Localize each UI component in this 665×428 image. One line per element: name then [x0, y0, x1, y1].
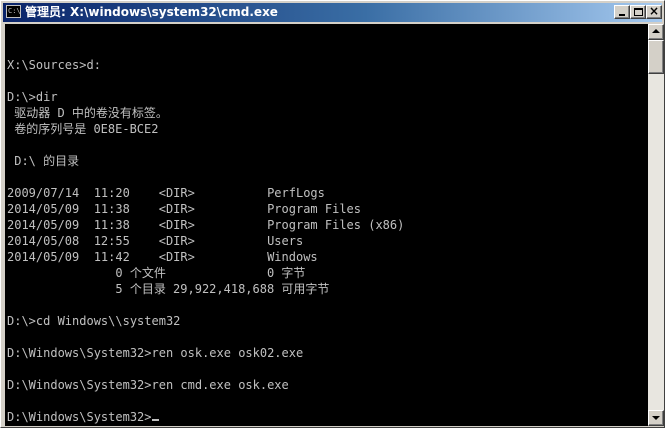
console-line: 2009/07/14 11:20 <DIR> PerfLogs — [7, 186, 325, 200]
vertical-scrollbar[interactable] — [648, 24, 664, 426]
console-line: 2014/05/09 11:42 <DIR> Windows — [7, 250, 318, 264]
console-output: X:\Sources>d: D:\>dir 驱动器 D 中的卷没有标签。 卷的序列… — [7, 25, 404, 425]
console-line: 2014/05/09 11:38 <DIR> Program Files (x8… — [7, 218, 405, 232]
console-line: D:\Windows\System32>ren osk.exe osk02.ex… — [7, 346, 304, 360]
console-line: 2014/05/09 11:38 <DIR> Program Files — [7, 202, 362, 216]
console-line: D:\>cd Windows\\system32 — [7, 314, 181, 328]
maximize-icon — [634, 8, 643, 16]
console-line: 驱动器 D 中的卷没有标签。 — [7, 106, 168, 120]
scroll-up-button[interactable] — [648, 24, 664, 40]
scroll-down-button[interactable] — [648, 410, 664, 426]
maximize-button[interactable] — [630, 5, 646, 19]
console-line: D:\Windows\System32> — [7, 409, 404, 425]
console-line: D:\Windows\System32>ren cmd.exe osk.exe — [7, 378, 289, 392]
scroll-down-arrow-icon — [652, 416, 660, 420]
text-cursor — [151, 419, 159, 421]
console-line: 卷的序列号是 0E8E-BCE2 — [7, 122, 159, 136]
console-line: X:\Sources>d: — [7, 58, 101, 72]
close-button[interactable]: × — [646, 4, 662, 19]
console-line: D:\>dir — [7, 90, 58, 104]
close-icon: × — [648, 4, 660, 18]
console-area[interactable]: X:\Sources>d: D:\>dir 驱动器 D 中的卷没有标签。 卷的序列… — [5, 24, 648, 426]
console-line: D:\ 的目录 — [7, 154, 80, 168]
title-bar[interactable]: C:\ 管理员: X:\windows\system32\cmd.exe × — [3, 3, 662, 22]
console-line: 0 个文件 0 字节 — [7, 266, 306, 280]
minimize-button[interactable] — [614, 5, 630, 19]
scroll-up-arrow-icon — [652, 29, 660, 33]
console-line: 2014/05/08 12:55 <DIR> Users — [7, 234, 304, 248]
minimize-icon — [619, 14, 625, 16]
window-title: 管理员: X:\windows\system32\cmd.exe — [25, 5, 278, 19]
scroll-thumb[interactable] — [648, 40, 664, 74]
cmd-window: C:\ 管理员: X:\windows\system32\cmd.exe × X… — [0, 0, 665, 428]
console-line: 5 个目录 29,922,418,688 可用字节 — [7, 282, 330, 296]
console-icon[interactable]: C:\ — [6, 5, 21, 18]
